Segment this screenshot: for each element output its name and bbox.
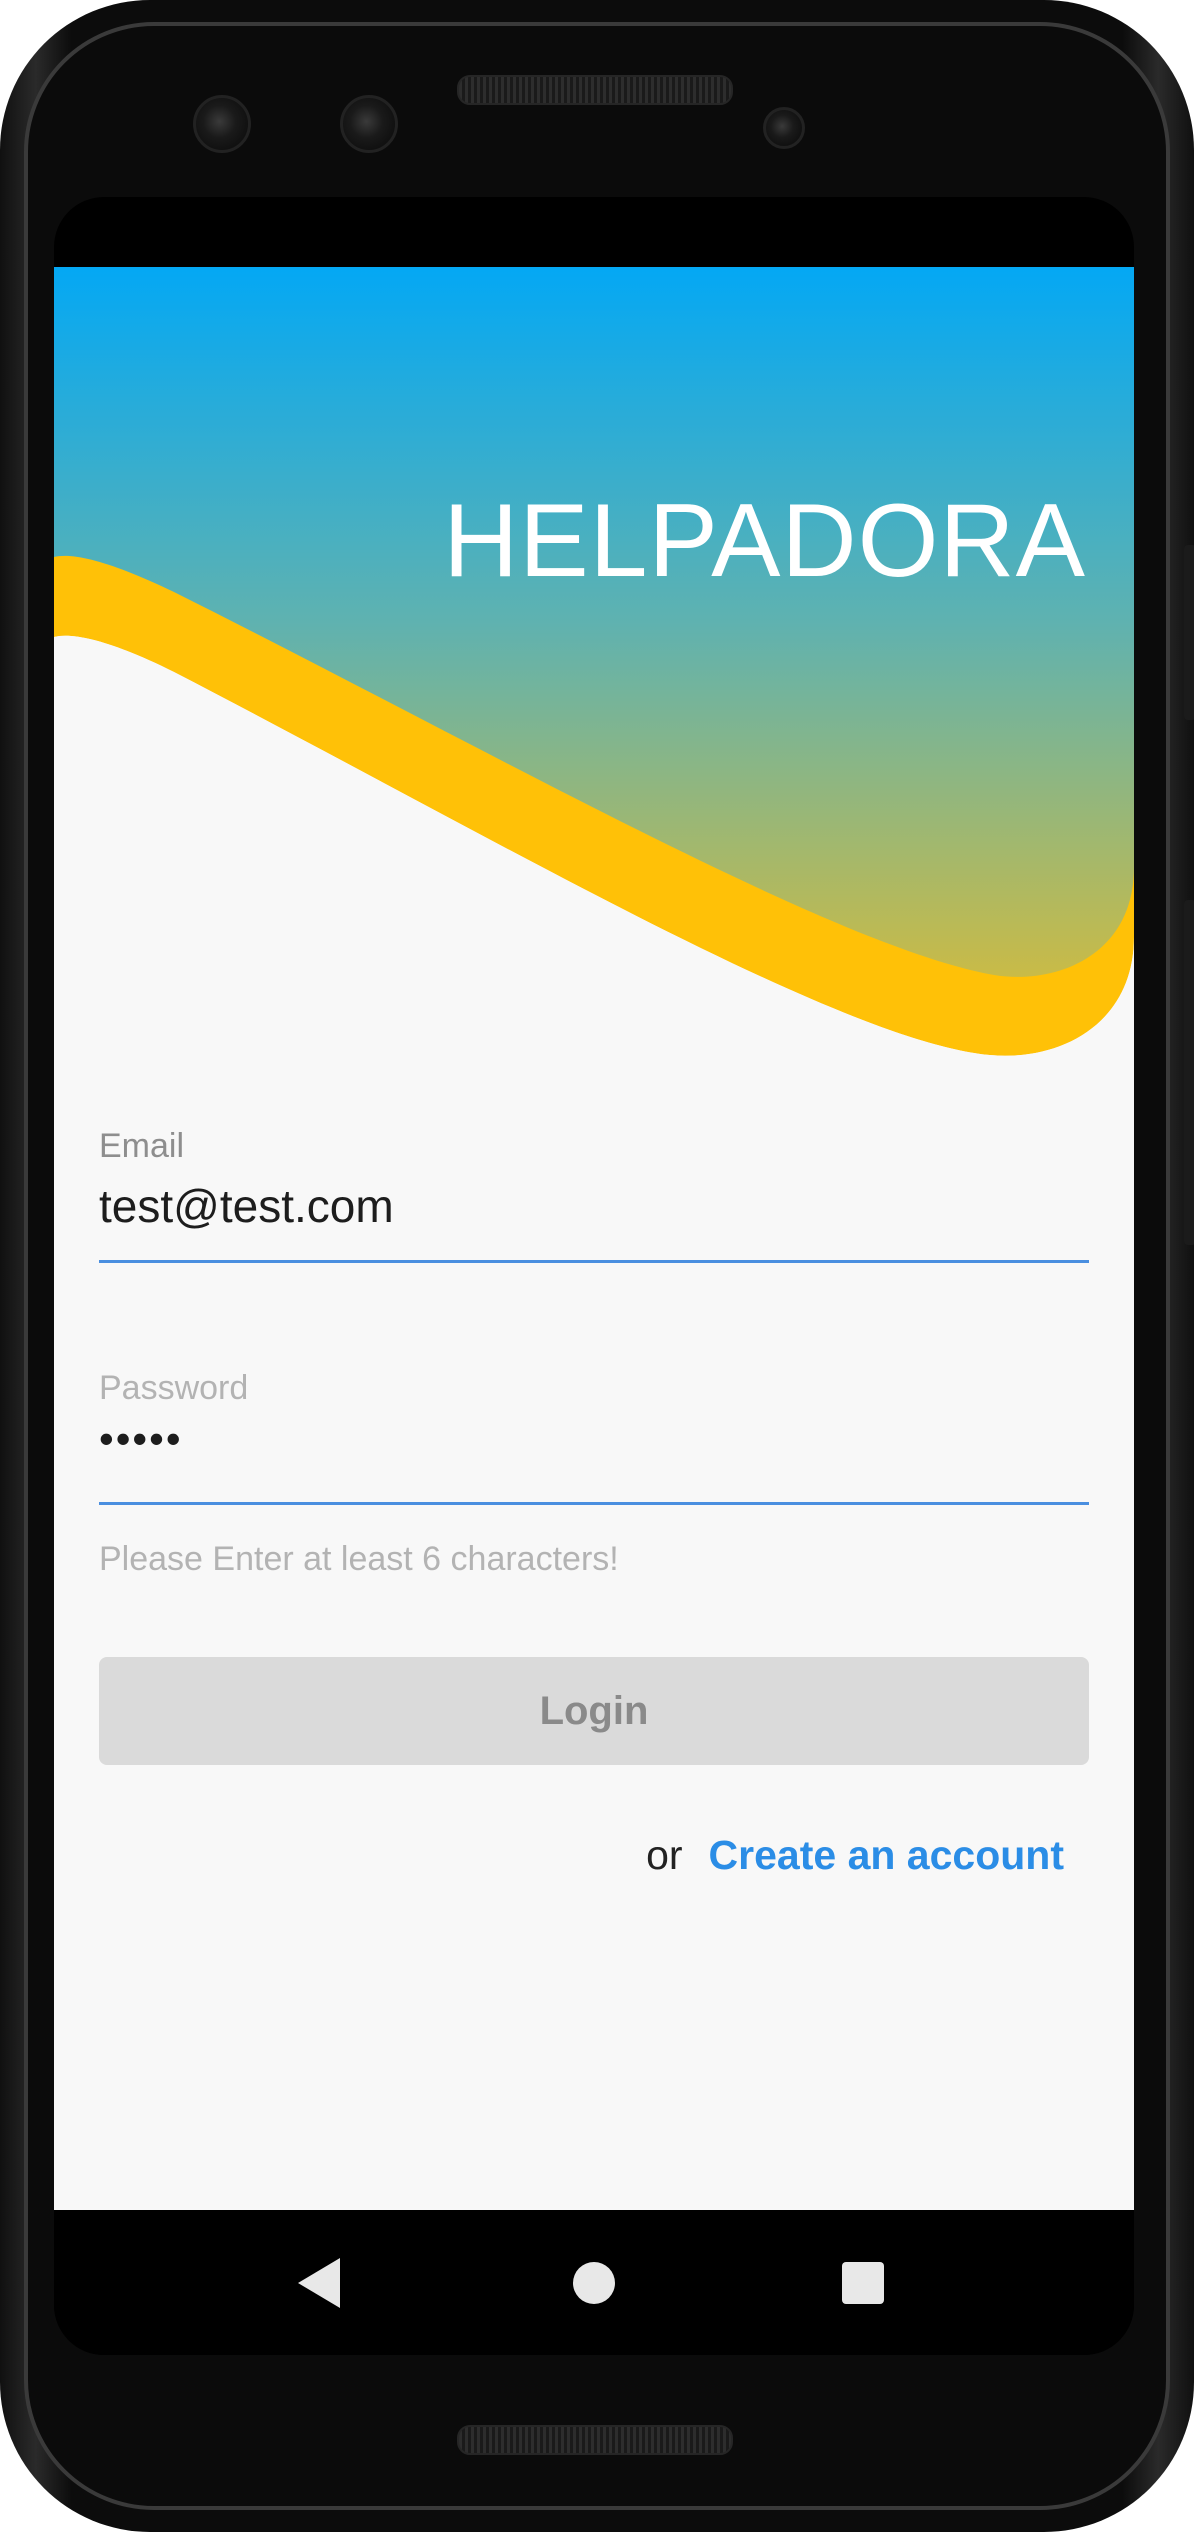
home-icon[interactable]: [571, 2260, 617, 2306]
password-helper-text: Please Enter at least 6 characters!: [99, 1540, 619, 1578]
power-button: [1184, 545, 1194, 720]
password-label: Password: [99, 1369, 249, 1407]
password-field[interactable]: Password •••••: [99, 1369, 1089, 1509]
top-speaker-grille: [457, 75, 733, 105]
front-camera-icon: [340, 95, 398, 153]
password-input[interactable]: •••••: [99, 1415, 183, 1463]
back-icon[interactable]: [294, 2256, 344, 2310]
screen: HELPADORA Email test@test.com Password •…: [54, 197, 1134, 2355]
header-wave-art: [54, 267, 1134, 1067]
email-input[interactable]: test@test.com: [99, 1179, 394, 1233]
email-field[interactable]: Email test@test.com: [99, 1127, 1089, 1267]
phone-frame: HELPADORA Email test@test.com Password •…: [0, 0, 1194, 2532]
login-screen: HELPADORA Email test@test.com Password •…: [54, 267, 1134, 2210]
app-title: HELPADORA: [443, 483, 1086, 599]
bottom-speaker-grille: [457, 2425, 733, 2455]
email-underline: [99, 1260, 1089, 1263]
front-camera-icon: [193, 95, 251, 153]
android-nav-bar: [54, 2210, 1134, 2355]
volume-button: [1184, 900, 1194, 1245]
signup-row: or Create an account: [646, 1832, 1064, 1879]
recents-icon[interactable]: [841, 2261, 885, 2305]
email-label: Email: [99, 1127, 185, 1165]
or-text: or: [646, 1832, 683, 1878]
create-account-link[interactable]: Create an account: [709, 1832, 1064, 1879]
login-button[interactable]: Login: [99, 1657, 1089, 1765]
password-underline: [99, 1502, 1089, 1505]
proximity-sensor-icon: [763, 107, 805, 149]
